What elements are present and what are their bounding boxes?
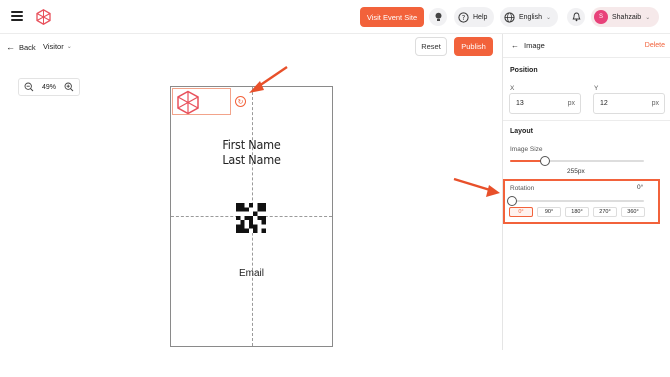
user-name: Shahzaib	[612, 13, 642, 21]
zoom-out-icon[interactable]	[24, 82, 34, 92]
publish-button[interactable]: Publish	[454, 37, 493, 56]
annotation-arrow-rotation	[453, 177, 500, 197]
x-position-input[interactable]: 13 px	[509, 93, 581, 114]
panel-header: ← Image Delete	[503, 34, 670, 58]
position-heading: Position	[510, 67, 538, 74]
image-size-label: Image Size	[510, 146, 543, 153]
help-icon: ?	[458, 11, 469, 23]
panel-back-button[interactable]: ← Image	[511, 41, 545, 50]
annotation-arrow-image	[249, 66, 288, 93]
image-size-value: 255px	[567, 168, 585, 175]
visitor-dropdown[interactable]: Visitor ⌄	[43, 42, 72, 51]
first-name-text: First Name	[222, 137, 281, 152]
avatar: S	[594, 10, 608, 24]
x-label: X	[510, 85, 515, 92]
image-size-handle[interactable]	[539, 156, 550, 166]
language-label: English	[519, 13, 542, 21]
zoom-level: 49%	[41, 83, 56, 91]
y-value: 12	[600, 100, 608, 107]
rotation-0-button[interactable]: 0°	[509, 207, 533, 217]
x-unit: px	[567, 100, 575, 107]
language-selector[interactable]: English ⌄	[500, 7, 558, 27]
back-button[interactable]: ← Back	[6, 42, 36, 52]
y-position-input[interactable]: 12 px	[593, 93, 665, 114]
layout-heading: Layout	[510, 128, 533, 135]
rotation-270-button[interactable]: 270°	[593, 207, 617, 217]
bell-icon[interactable]	[567, 8, 585, 26]
rotation-90-button[interactable]: 90°	[537, 207, 561, 217]
delete-button[interactable]: Delete	[645, 42, 665, 49]
visitor-label: Visitor	[43, 42, 64, 51]
reset-button[interactable]: Reset	[415, 37, 447, 56]
zoom-in-icon[interactable]	[64, 82, 74, 92]
help-button[interactable]: ? Help	[454, 7, 494, 27]
menu-icon[interactable]	[11, 11, 23, 21]
image-size-slider[interactable]	[510, 156, 644, 166]
x-value: 13	[516, 100, 524, 107]
email-text[interactable]: Email	[171, 268, 332, 279]
user-menu[interactable]: S Shahzaib ⌄	[591, 7, 659, 27]
zoom-control: 49%	[18, 78, 80, 96]
arrow-left-icon: ←	[511, 41, 519, 50]
attendee-name[interactable]: First Name Last Name	[171, 137, 332, 167]
selected-image-element[interactable]	[172, 88, 231, 115]
section-divider	[503, 120, 670, 121]
badge-canvas[interactable]: ↻ First Name Last Name Email	[170, 86, 333, 347]
globe-icon	[504, 11, 515, 23]
rotation-highlight-box	[503, 179, 660, 224]
panel-title: Image	[524, 41, 545, 50]
y-unit: px	[651, 100, 659, 107]
visit-event-site-button[interactable]: Visit Event Site	[360, 7, 424, 27]
y-label: Y	[594, 85, 599, 92]
app-logo	[36, 9, 51, 25]
arrow-left-icon: ←	[6, 42, 15, 52]
logo-image	[177, 90, 199, 115]
help-label: Help	[473, 13, 488, 21]
lightbulb-icon[interactable]	[429, 8, 447, 26]
chevron-down-icon: ⌄	[545, 14, 551, 21]
back-label: Back	[19, 42, 36, 52]
rotation-360-button[interactable]: 360°	[621, 207, 645, 217]
last-name-text: Last Name	[222, 152, 281, 167]
svg-text:?: ?	[462, 14, 466, 22]
rotate-handle-icon[interactable]: ↻	[235, 96, 246, 107]
rotation-180-button[interactable]: 180°	[565, 207, 589, 217]
top-bar: Visit Event Site ? Help English ⌄ S Shah…	[0, 0, 670, 34]
chevron-down-icon: ⌄	[66, 44, 72, 50]
qr-code-icon[interactable]	[236, 203, 266, 233]
chevron-down-icon: ⌄	[645, 14, 651, 21]
